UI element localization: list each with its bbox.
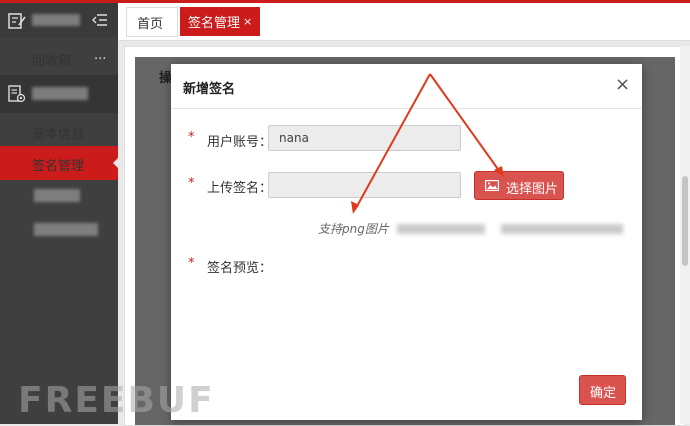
sidebar-item-label: 签名管理: [32, 159, 85, 174]
dialog-title: 新增签名: [183, 82, 236, 97]
choose-image-button[interactable]: 选择图片: [474, 171, 564, 200]
tab-home[interactable]: 首页: [126, 7, 178, 37]
required-mark: *: [188, 130, 195, 145]
scrollbar[interactable]: [680, 46, 690, 424]
close-icon[interactable]: ×: [243, 15, 252, 28]
upload-hint: 支持png图片: [318, 222, 389, 236]
sidebar-item-recycle[interactable]: 回收箱 ...: [0, 41, 118, 75]
blurred-sidebar-item[interactable]: [34, 189, 80, 202]
blurred-group-name: [32, 87, 88, 100]
blurred-username: [32, 14, 80, 26]
sidebar-item-basic-info[interactable]: 基本信息: [0, 114, 118, 148]
preview-label: 签名预览：: [207, 261, 273, 276]
blurred-sidebar-item[interactable]: [34, 223, 98, 236]
scrollbar-thumb[interactable]: [682, 176, 688, 266]
tab-label: 签名管理: [188, 16, 241, 31]
sidebar-item-label: 回收箱: [32, 54, 72, 69]
add-signature-dialog: 新增签名 × * 用户账号： * 上传签名： 选择图片 支持png图片 * 签名…: [171, 64, 642, 420]
more-icon[interactable]: ...: [94, 48, 106, 63]
required-mark: *: [188, 256, 195, 271]
required-mark: *: [188, 176, 195, 191]
upload-input[interactable]: [268, 172, 461, 198]
confirm-label: 确定: [590, 386, 617, 401]
choose-image-label: 选择图片: [506, 182, 559, 197]
menu-collapse-icon[interactable]: [92, 13, 108, 27]
tab-signature-management[interactable]: 签名管理 ×: [180, 7, 260, 36]
sidebar-group-header[interactable]: [0, 75, 118, 113]
upload-label: 上传签名：: [207, 181, 273, 196]
blurred-hint-text: [501, 224, 623, 234]
sidebar: 回收箱 ... 基本信息 签名管理: [0, 3, 119, 424]
sidebar-header: [0, 3, 118, 37]
document-settings-icon: [8, 85, 26, 103]
account-label: 用户账号：: [207, 135, 273, 150]
sidebar-item-signature[interactable]: 签名管理: [0, 146, 119, 180]
tab-label: 首页: [137, 17, 164, 32]
account-input[interactable]: [268, 125, 461, 151]
close-icon[interactable]: ×: [615, 74, 630, 95]
document-edit-icon: [8, 13, 26, 29]
blurred-hint-text: [397, 224, 485, 234]
dialog-header: 新增签名 ×: [171, 64, 642, 109]
freebuf-watermark: FREEBUF: [18, 380, 215, 421]
sidebar-item-label: 基本信息: [32, 127, 85, 142]
image-icon: [485, 180, 499, 191]
tab-bar: 首页 签名管理 ×: [118, 3, 690, 41]
confirm-button[interactable]: 确定: [579, 375, 626, 405]
active-caret-icon: [113, 157, 119, 169]
